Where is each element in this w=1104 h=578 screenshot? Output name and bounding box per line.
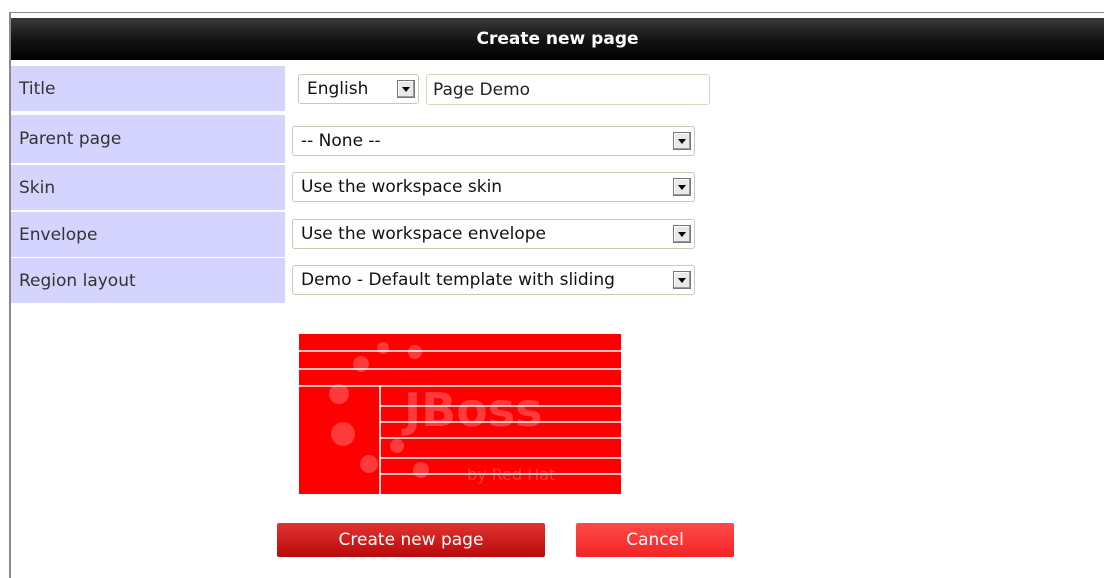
skin-label-text: Skin — [19, 177, 56, 198]
region-layout-select-value: Demo - Default template with sliding — [301, 270, 615, 290]
title-input[interactable] — [426, 74, 710, 105]
parent-page-label-text: Parent page — [19, 129, 122, 149]
dialog-title: Create new page — [476, 29, 639, 49]
chevron-down-icon[interactable] — [673, 225, 691, 243]
watermark-main-text: JBoss — [401, 383, 543, 437]
skin-label: Skin — [11, 165, 285, 210]
envelope-label: Envelope — [11, 212, 285, 257]
cancel-button[interactable]: Cancel — [576, 523, 734, 557]
create-new-page-button[interactable]: Create new page — [277, 523, 545, 557]
title-label-text: Title — [19, 78, 56, 99]
layout-preview: JBoss by Red Hat — [299, 334, 621, 494]
region-layout-select[interactable]: Demo - Default template with sliding — [292, 265, 695, 295]
chevron-down-icon[interactable] — [397, 80, 415, 98]
parent-page-select-value: -- None -- — [301, 131, 381, 151]
skin-select[interactable]: Use the workspace skin — [292, 172, 695, 202]
skin-select-value: Use the workspace skin — [301, 177, 503, 197]
region-layout-label-text: Region layout — [19, 270, 136, 291]
title-label: Title — [11, 66, 285, 111]
language-select-value: English — [307, 79, 369, 99]
chevron-down-icon[interactable] — [673, 178, 691, 196]
dialog-header: Create new page — [11, 18, 1104, 60]
chevron-down-icon[interactable] — [673, 132, 691, 150]
envelope-label-text: Envelope — [19, 224, 98, 245]
parent-page-label: Parent page — [11, 115, 285, 163]
language-select[interactable]: English — [298, 74, 419, 104]
parent-page-select[interactable]: -- None -- — [292, 126, 695, 156]
envelope-select-value: Use the workspace envelope — [301, 224, 547, 244]
region-layout-label: Region layout — [11, 258, 285, 303]
envelope-select[interactable]: Use the workspace envelope — [292, 219, 695, 249]
chevron-down-icon[interactable] — [673, 271, 691, 289]
